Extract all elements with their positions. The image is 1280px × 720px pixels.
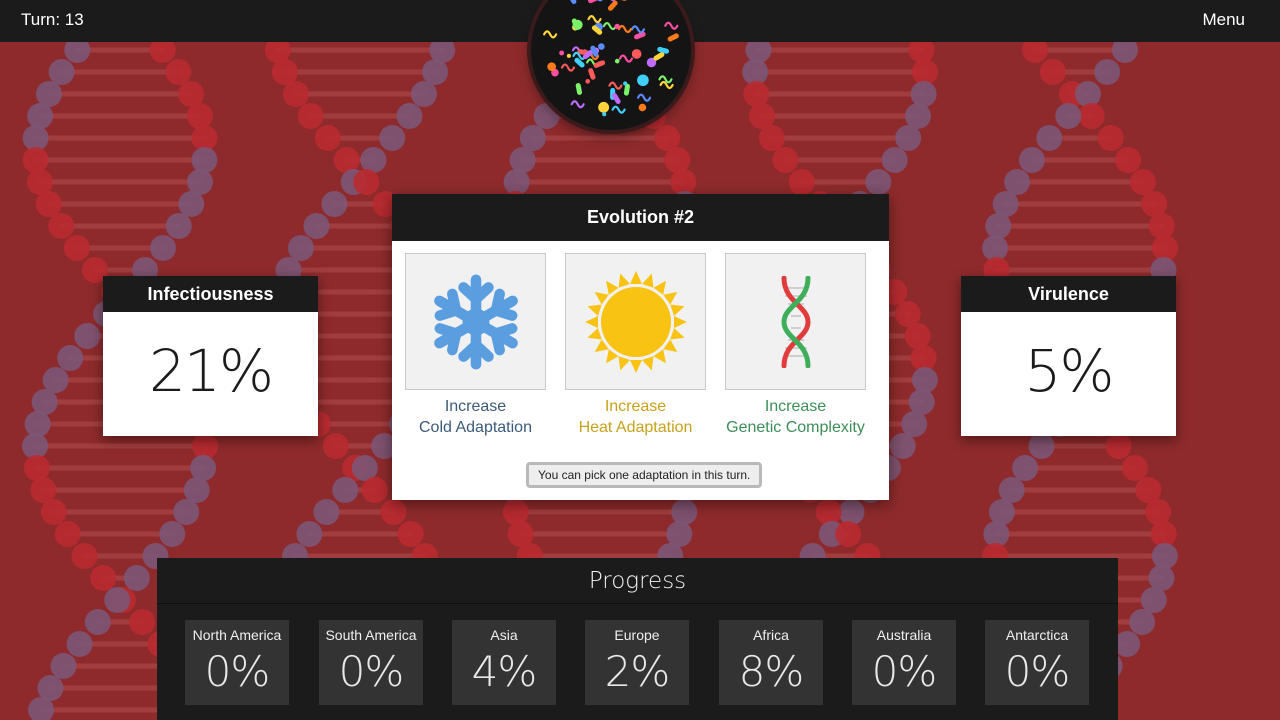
region-australia: Australia 0% xyxy=(852,620,956,705)
menu-button[interactable]: Menu xyxy=(1202,10,1245,30)
infectiousness-card: Infectiousness 21% xyxy=(103,276,318,436)
infectiousness-title: Infectiousness xyxy=(103,276,318,312)
region-antarctica: Antarctica 0% xyxy=(985,620,1089,705)
dna-icon xyxy=(780,275,811,368)
cold-adaptation-option[interactable]: Increase Cold Adaptation xyxy=(405,253,546,438)
sun-icon xyxy=(584,270,687,373)
region-europe: Europe 2% xyxy=(585,620,689,705)
progress-panel: Progress North America 0% South America … xyxy=(157,558,1118,720)
heat-adaptation-card[interactable] xyxy=(565,253,706,390)
genetic-complexity-card[interactable] xyxy=(725,253,866,390)
virulence-card: Virulence 5% xyxy=(961,276,1176,436)
cold-adaptation-label[interactable]: Increase Cold Adaptation xyxy=(405,396,546,438)
region-north-america: North America 0% xyxy=(185,620,289,705)
genetic-complexity-option[interactable]: Increase Genetic Complexity xyxy=(725,253,866,438)
evolution-panel: Evolution #2 Increase Cold Adaptation In… xyxy=(392,194,889,500)
region-south-america: South America 0% xyxy=(319,620,423,705)
region-asia: Asia 4% xyxy=(452,620,556,705)
infectiousness-value: 21% xyxy=(149,337,274,405)
progress-title: Progress xyxy=(157,558,1118,604)
evolution-title: Evolution #2 xyxy=(392,194,889,241)
genetic-complexity-label[interactable]: Increase Genetic Complexity xyxy=(725,396,866,438)
region-africa: Africa 8% xyxy=(719,620,823,705)
turn-counter: Turn: 13 xyxy=(21,10,84,29)
heat-adaptation-option[interactable]: Increase Heat Adaptation xyxy=(565,253,706,438)
virulence-title: Virulence xyxy=(961,276,1176,312)
cold-adaptation-card[interactable] xyxy=(405,253,546,390)
virulence-value: 5% xyxy=(1024,337,1114,405)
adaptation-hint: You can pick one adaptation in this turn… xyxy=(526,462,763,488)
heat-adaptation-label[interactable]: Increase Heat Adaptation xyxy=(565,396,706,438)
snowflake-icon xyxy=(433,273,518,370)
